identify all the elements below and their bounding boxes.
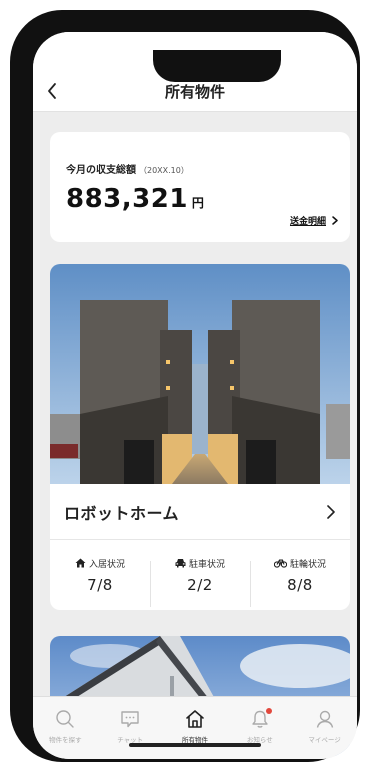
balance-amount-row: 883,321 円	[66, 184, 204, 214]
tab-my-page[interactable]: マイページ	[292, 697, 357, 759]
stat-value: 2/2	[187, 575, 213, 594]
search-icon	[56, 710, 75, 728]
bicycle-icon	[273, 559, 287, 568]
tab-notifications[interactable]: お知らせ	[227, 697, 292, 759]
stat-occupancy: 入居状況 7/8	[50, 557, 150, 594]
page-title: 所有物件	[164, 83, 225, 101]
tab-label: 物件を探す	[49, 736, 82, 744]
chevron-right-icon	[327, 504, 335, 519]
property-name-row[interactable]: ロボットホーム	[50, 484, 350, 540]
property-card[interactable]: ロボットホーム 入居状況 7/8 駐車状況 2/2 駐輪状況 8/8	[50, 264, 350, 610]
balance-unit: 円	[191, 196, 205, 210]
stat-bicycle: 駐輪状況 8/8	[250, 557, 350, 607]
notification-badge	[266, 708, 273, 714]
app-screen: 所有物件 今月の収支総額 （20XX.10） 883,321 円 送金明細 ロボ…	[33, 32, 357, 759]
tab-icon-wrap	[33, 708, 98, 730]
home-indicator	[129, 743, 261, 747]
transfer-details-label: 送金明細	[289, 217, 326, 227]
tab-chat[interactable]: チャット	[98, 697, 163, 759]
transfer-details-link[interactable]: 送金明細	[290, 214, 338, 227]
stat-label-row: 駐車状況	[150, 557, 250, 570]
property-name: ロボットホーム	[64, 503, 180, 523]
stat-value: 7/8	[87, 575, 113, 594]
stat-label: 駐輪状況	[289, 559, 326, 570]
main-content: 今月の収支総額 （20XX.10） 883,321 円 送金明細 ロボットホーム…	[50, 132, 350, 610]
tab-icon-wrap	[227, 708, 292, 730]
tab-icon-wrap	[163, 708, 228, 730]
house-icon	[75, 558, 86, 568]
phone-frame: 所有物件 今月の収支総額 （20XX.10） 883,321 円 送金明細 ロボ…	[10, 10, 360, 762]
stat-label-row: 駐輪状況	[250, 557, 350, 570]
balance-period: （20XX.10）	[139, 166, 189, 175]
user-icon	[316, 710, 333, 728]
tab-label: マイページ	[308, 736, 341, 744]
tab-icon-wrap	[292, 708, 357, 730]
balance-label-row: 今月の収支総額 （20XX.10）	[66, 161, 189, 176]
tab-icon-wrap	[98, 708, 163, 730]
stat-label: 入居状況	[88, 559, 125, 570]
balance-amount: 883,321	[66, 184, 188, 214]
stat-label-row: 入居状況	[50, 557, 150, 570]
bottom-tab-bar: 物件を探す チャット 所有物件 お知らせ マイページ	[33, 696, 357, 759]
chevron-right-icon	[332, 216, 338, 225]
tab-owned-properties[interactable]: 所有物件	[163, 697, 228, 759]
stat-parking: 駐車状況 2/2	[150, 557, 250, 607]
balance-card: 今月の収支総額 （20XX.10） 883,321 円 送金明細	[50, 132, 350, 242]
occupancy-stats: 入居状況 7/8 駐車状況 2/2 駐輪状況 8/8	[50, 540, 350, 610]
stat-value: 8/8	[287, 575, 313, 594]
tab-search[interactable]: 物件を探す	[33, 697, 98, 759]
phone-notch	[153, 50, 281, 82]
chat-icon	[121, 711, 139, 728]
balance-label: 今月の収支総額	[66, 165, 136, 176]
home-icon	[186, 710, 204, 728]
property-photo	[50, 264, 350, 484]
car-icon	[175, 559, 186, 568]
stat-label: 駐車状況	[188, 559, 225, 570]
